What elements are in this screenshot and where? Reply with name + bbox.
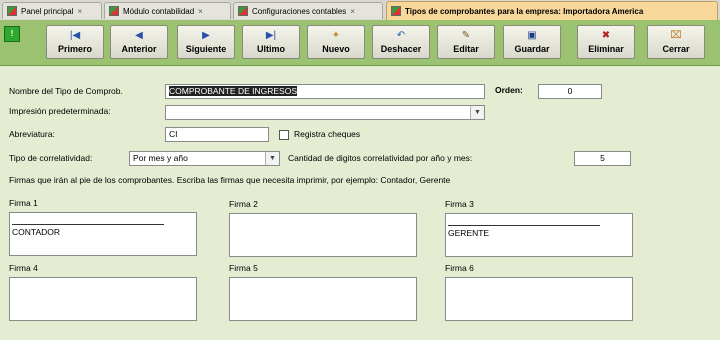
- undo-icon: ↶: [396, 30, 406, 41]
- correlatividad-value: Por mes y año: [133, 153, 188, 163]
- impresion-label: Impresión predeterminada:: [9, 106, 111, 116]
- registra-cheques-checkbox[interactable]: [279, 130, 289, 140]
- orden-label: Orden:: [495, 85, 523, 95]
- new-icon: ✦: [331, 30, 341, 41]
- first-icon: |◀: [69, 30, 81, 41]
- delete-icon: ✖: [601, 30, 611, 41]
- tab-bar: Panel principal × Módulo contabilidad × …: [0, 0, 720, 21]
- firma-3-text: GERENTE: [448, 228, 490, 238]
- impresion-select[interactable]: ▼: [165, 105, 485, 120]
- digitos-label: Cantidad de digitos correlatividad por a…: [288, 153, 473, 163]
- last-icon: ▶|: [265, 30, 277, 41]
- nombre-value: COMPROBANTE DE INGRESOS: [169, 86, 297, 96]
- firma-2-label: Firma 2: [229, 199, 258, 209]
- firma-4-label: Firma 4: [9, 263, 38, 273]
- button-label: Anterior: [121, 44, 157, 54]
- app-icon: [391, 6, 401, 16]
- close-button[interactable]: ⌧ Cerrar: [647, 25, 705, 59]
- abreviatura-field[interactable]: CI: [165, 127, 269, 142]
- close-icon[interactable]: ×: [198, 7, 203, 16]
- button-label: Guardar: [514, 44, 550, 54]
- registra-cheques-label: Registra cheques: [294, 129, 361, 139]
- nombre-label: Nombre del Tipo de Comprob.: [9, 86, 123, 96]
- chevron-down-icon[interactable]: ▼: [265, 152, 279, 165]
- previous-icon: ◀: [135, 30, 143, 41]
- button-label: Cerrar: [662, 44, 690, 54]
- button-label: Nuevo: [322, 44, 350, 54]
- tab-label: Configuraciones contables: [252, 6, 347, 16]
- first-button[interactable]: |◀ Primero: [46, 25, 104, 59]
- new-button[interactable]: ✦ Nuevo: [307, 25, 365, 59]
- firma-2-field[interactable]: [229, 213, 417, 257]
- previous-button[interactable]: ◀ Anterior: [110, 25, 168, 59]
- firma-6-label: Firma 6: [445, 263, 474, 273]
- tab-label: Panel principal: [21, 6, 74, 16]
- firma-1-field[interactable]: CONTADOR: [9, 212, 197, 256]
- tab-configuraciones-contables[interactable]: Configuraciones contables ×: [233, 2, 383, 19]
- correlatividad-select[interactable]: Por mes y año ▼: [129, 151, 280, 166]
- close-icon: ⌧: [670, 30, 682, 41]
- firma-6-field[interactable]: [445, 277, 633, 321]
- firma-3-label: Firma 3: [445, 199, 474, 209]
- tab-panel-principal[interactable]: Panel principal ×: [2, 2, 102, 19]
- close-icon[interactable]: ×: [350, 7, 355, 16]
- tab-label: Módulo contabilidad: [123, 6, 195, 16]
- orden-field[interactable]: 0: [538, 84, 602, 99]
- abreviatura-label: Abreviatura:: [9, 129, 55, 139]
- nombre-field[interactable]: COMPROBANTE DE INGRESOS: [165, 84, 485, 99]
- button-label: Ultimo: [257, 44, 285, 54]
- save-button[interactable]: ▣ Guardar: [503, 25, 561, 59]
- next-icon: ▶: [202, 30, 210, 41]
- firmas-info: Firmas que irán al pie de los comprobant…: [9, 175, 451, 185]
- signature-line: [448, 225, 600, 226]
- firma-4-field[interactable]: [9, 277, 197, 321]
- firma-5-field[interactable]: [229, 277, 417, 321]
- app-icon: [109, 6, 119, 16]
- digitos-field[interactable]: 5: [574, 151, 631, 166]
- firma-1-label: Firma 1: [9, 198, 38, 208]
- next-button[interactable]: ▶ Siguiente: [177, 25, 235, 59]
- close-icon[interactable]: ×: [77, 7, 82, 16]
- button-label: Eliminar: [588, 44, 624, 54]
- button-label: Siguiente: [185, 44, 227, 54]
- firma-1-text: CONTADOR: [12, 227, 61, 237]
- tab-label: Tipos de comprobantes para la empresa: I…: [405, 6, 644, 16]
- firma-5-label: Firma 5: [229, 263, 258, 273]
- button-label: Deshacer: [380, 44, 422, 54]
- edit-button[interactable]: ✎ Editar: [437, 25, 495, 59]
- pencil-icon: ✎: [461, 30, 471, 41]
- firma-3-field[interactable]: GERENTE: [445, 213, 633, 257]
- undo-button[interactable]: ↶ Deshacer: [372, 25, 430, 59]
- delete-button[interactable]: ✖ Eliminar: [577, 25, 635, 59]
- last-button[interactable]: ▶| Ultimo: [242, 25, 300, 59]
- chevron-down-icon[interactable]: ▼: [470, 106, 484, 119]
- button-label: Editar: [453, 44, 479, 54]
- indicator-icon: !: [4, 26, 20, 42]
- signature-line: [12, 224, 164, 225]
- tab-tipos-comprobantes[interactable]: Tipos de comprobantes para la empresa: I…: [386, 1, 718, 20]
- button-label: Primero: [57, 44, 92, 54]
- app-icon: [238, 6, 248, 16]
- toolbar: ! |◀ Primero ◀ Anterior ▶ Siguiente ▶| U…: [0, 20, 720, 66]
- correlatividad-label: Tipo de correlatividad:: [9, 153, 93, 163]
- save-icon: ▣: [527, 30, 537, 41]
- tab-modulo-contabilidad[interactable]: Módulo contabilidad ×: [104, 2, 231, 19]
- app-icon: [7, 6, 17, 16]
- form-panel: Nombre del Tipo de Comprob. COMPROBANTE …: [0, 66, 720, 340]
